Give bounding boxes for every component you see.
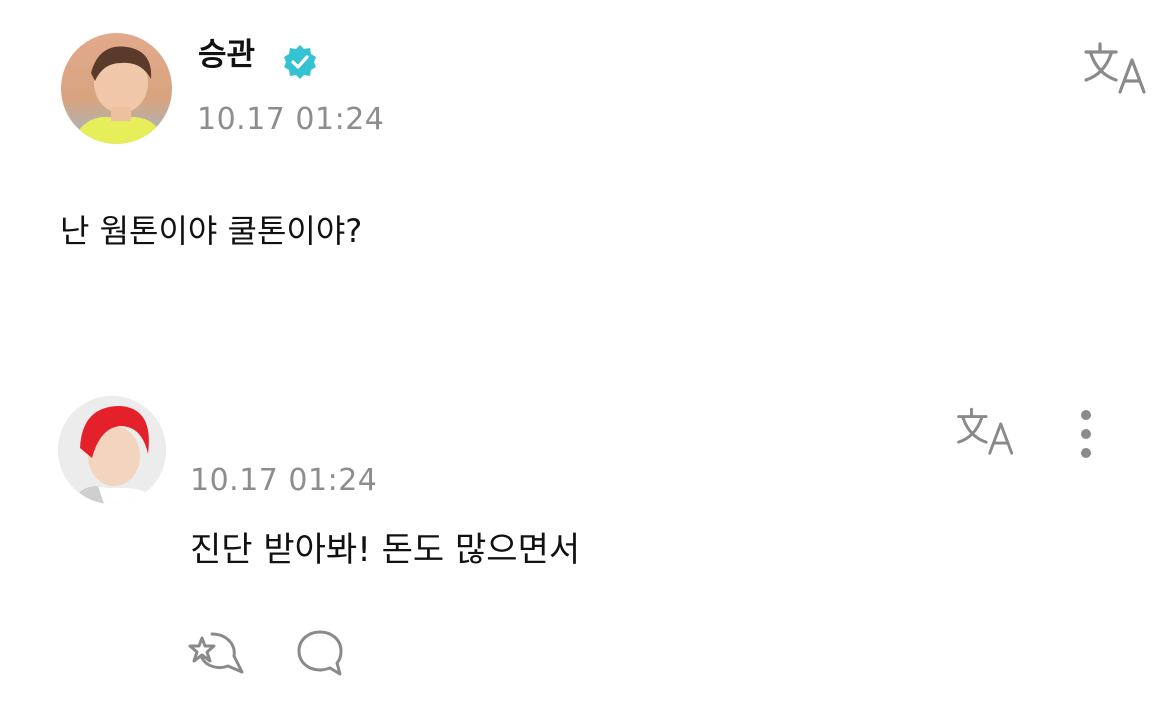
- post-author-name[interactable]: 승관: [198, 40, 255, 71]
- verified-badge-icon: [284, 45, 316, 79]
- comment-more-button[interactable]: [1072, 408, 1100, 464]
- comment-like-button[interactable]: [188, 628, 246, 678]
- comment-reply-button[interactable]: [294, 628, 346, 678]
- post-timestamp: 10.17 01:24: [197, 102, 385, 137]
- comment-author-avatar[interactable]: [58, 396, 166, 504]
- post-translate-button[interactable]: [1082, 40, 1152, 100]
- post-text: 난 웜톤이야 쿨톤이야?: [60, 212, 363, 250]
- feed-page: 승관 10.17 01:24 난 웜톤이야 쿨톤이야? 10.17 01:24 …: [0, 0, 1170, 723]
- translate-icon: [1084, 42, 1146, 94]
- like-icon: [188, 632, 244, 674]
- reply-icon: [297, 630, 343, 676]
- comment-timestamp: 10.17 01:24: [190, 463, 378, 498]
- comment-text: 진단 받아봐! 돈도 많으면서: [190, 530, 581, 570]
- translate-icon: [957, 407, 1014, 455]
- post-author-avatar[interactable]: [61, 33, 172, 144]
- comment-translate-button[interactable]: [955, 405, 1019, 461]
- more-vertical-icon: [1081, 410, 1091, 458]
